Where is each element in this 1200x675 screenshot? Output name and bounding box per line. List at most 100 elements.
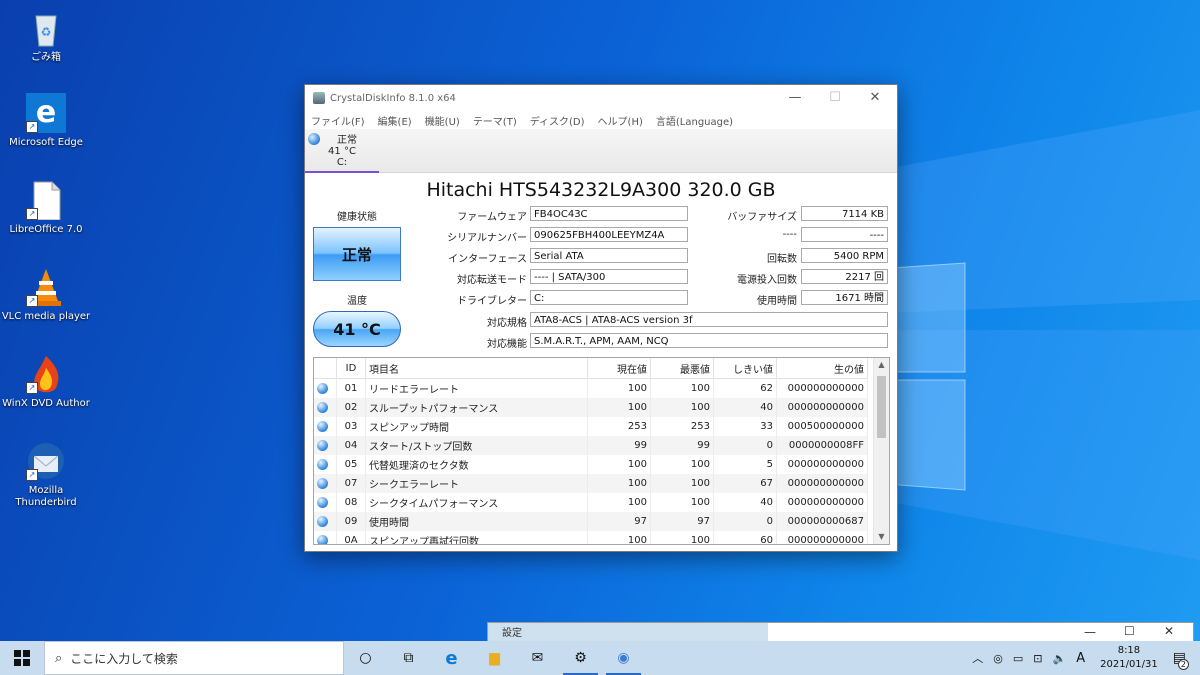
desktop-icon-thunderbird[interactable]: ↗ Mozilla Thunderbird xyxy=(0,441,92,509)
taskbar-crystaldiskinfo[interactable]: ◉ xyxy=(602,641,645,675)
menu-edit[interactable]: 編集(E) xyxy=(378,113,412,128)
taskbar-edge[interactable]: e xyxy=(430,641,473,675)
raw-value: 000000000000 xyxy=(776,455,868,474)
disk-model-title: Hitachi HTS543232L9A300 320.0 GB xyxy=(426,179,776,201)
menu-function[interactable]: 機能(U) xyxy=(425,113,460,128)
start-button[interactable] xyxy=(0,641,44,675)
desktop-icon-recycle-bin[interactable]: ♻ ごみ箱 xyxy=(0,8,92,64)
table-row[interactable]: 01 リードエラーレート 100 100 62 000000000000 xyxy=(314,378,868,398)
column-attribute-name[interactable]: 項目名 xyxy=(365,358,588,379)
power-on-count-label: 電源投入回数 xyxy=(737,275,797,286)
windows-logo-icon xyxy=(14,650,30,666)
title-bar[interactable]: CrystalDiskInfo 8.1.0 x64 — ☐ ✕ xyxy=(305,85,897,111)
minimize-icon[interactable]: — xyxy=(1084,625,1096,639)
close-icon[interactable]: ✕ xyxy=(855,85,895,111)
good-status-icon xyxy=(317,458,328,470)
status-icon-cell xyxy=(314,398,337,417)
crystaldiskinfo-window[interactable]: CrystalDiskInfo 8.1.0 x64 — ☐ ✕ ファイル(F) … xyxy=(304,84,898,552)
libreoffice-icon: ↗ xyxy=(26,180,66,221)
unknown-field-value: ---- xyxy=(801,227,888,242)
status-icon-cell xyxy=(314,455,337,474)
battery-icon[interactable]: ▭ xyxy=(1013,652,1023,665)
meet-now-icon[interactable]: ◎ xyxy=(993,652,1003,665)
health-label: 健康状態 xyxy=(337,212,377,223)
menu-help[interactable]: ヘルプ(H) xyxy=(598,113,643,128)
notification-center-icon[interactable]: ▤ 2 xyxy=(1173,650,1189,670)
desktop-icon-winx-dvd[interactable]: ↗ WinX DVD Author xyxy=(0,354,92,410)
close-icon[interactable]: ✕ xyxy=(1164,624,1174,638)
settings-window[interactable]: 設定 — ☐ ✕ xyxy=(487,622,1194,643)
desktop-icon-edge[interactable]: e ↗ Microsoft Edge xyxy=(0,93,92,149)
table-row[interactable]: 09 使用時間 97 97 0 000000000687 xyxy=(314,512,868,531)
threshold-value: 40 xyxy=(713,493,777,512)
current-value: 253 xyxy=(587,417,651,436)
column-current[interactable]: 現在値 xyxy=(587,358,651,379)
features-label: 対応機能 xyxy=(487,339,527,350)
vlc-cone-icon: ↗ xyxy=(26,267,66,307)
table-row[interactable]: 08 シークタイムパフォーマンス 100 100 40 000000000000 xyxy=(314,493,868,512)
desktop-icon-label: ごみ箱 xyxy=(31,52,61,63)
ime-indicator[interactable]: A xyxy=(1076,651,1085,666)
settings-window-title: 設定 xyxy=(488,623,768,642)
good-status-icon xyxy=(317,496,328,508)
clock-time: 8:18 xyxy=(1117,645,1141,656)
volume-icon[interactable]: 🔈 xyxy=(1053,652,1067,665)
desktop-icon-libreoffice[interactable]: ↗ LibreOffice 7.0 xyxy=(0,180,92,236)
good-status-icon xyxy=(317,534,328,544)
current-value: 99 xyxy=(587,436,651,455)
good-status-icon xyxy=(317,420,328,432)
cortana-button[interactable]: ○ xyxy=(344,641,387,675)
temperature-label: 温度 xyxy=(347,296,367,307)
serial-label: シリアルナンバー xyxy=(447,233,527,244)
table-row[interactable]: 0A スピンアップ再試行回数 100 100 60 000000000000 xyxy=(314,531,868,544)
window-title: CrystalDiskInfo 8.1.0 x64 xyxy=(330,92,456,104)
health-dot-icon xyxy=(308,133,320,145)
table-row[interactable]: 02 スループットパフォーマンス 100 100 40 000000000000 xyxy=(314,398,868,417)
table-row[interactable]: 04 スタート/ストップ回数 99 99 0 0000000008FF xyxy=(314,436,868,455)
column-id[interactable]: ID xyxy=(336,358,366,379)
table-row[interactable]: 03 スピンアップ時間 253 253 33 000500000000 xyxy=(314,417,868,436)
worst-value: 100 xyxy=(650,378,714,398)
attribute-id: 07 xyxy=(336,474,366,493)
vertical-scrollbar[interactable]: ▲ ▼ xyxy=(873,358,889,544)
raw-value: 000000000687 xyxy=(776,512,868,531)
menu-file[interactable]: ファイル(F) xyxy=(311,113,365,128)
worst-value: 253 xyxy=(650,417,714,436)
column-threshold[interactable]: しきい値 xyxy=(713,358,777,379)
clock[interactable]: 8:18 2021/01/31 xyxy=(1100,644,1158,672)
interface-value: Serial ATA xyxy=(530,248,688,263)
menu-language[interactable]: 言語(Language) xyxy=(656,113,733,128)
network-icon[interactable]: ⊡ xyxy=(1033,652,1042,665)
attribute-name: スピンアップ時間 xyxy=(365,417,588,436)
table-row[interactable]: 05 代替処理済のセクタ数 100 100 5 000000000000 xyxy=(314,455,868,474)
task-view-button[interactable]: ⧉ xyxy=(387,641,430,675)
temperature-badge[interactable]: 41 °C xyxy=(313,311,401,347)
serial-value: 090625FBH400LEEYMZ4A xyxy=(530,227,688,242)
raw-value: 000500000000 xyxy=(776,417,868,436)
chevron-up-icon[interactable]: ︿ xyxy=(972,650,983,666)
health-status-badge[interactable]: 正常 xyxy=(313,227,401,281)
drive-letter-label: ドライブレター xyxy=(457,296,527,307)
taskbar-file-explorer[interactable]: ▆ xyxy=(473,641,516,675)
taskbar-mail[interactable]: ✉ xyxy=(516,641,559,675)
disk-tab-c[interactable]: 正常 41 °C C: xyxy=(305,129,379,173)
maximize-icon[interactable]: ☐ xyxy=(1124,624,1135,638)
taskbar-settings[interactable]: ⚙ xyxy=(559,641,602,675)
column-raw-value[interactable]: 生の値 xyxy=(776,358,868,379)
menu-theme[interactable]: テーマ(T) xyxy=(473,113,517,128)
scroll-up-icon[interactable]: ▲ xyxy=(874,358,889,372)
good-status-icon xyxy=(317,515,328,527)
worst-value: 99 xyxy=(650,436,714,455)
scrollbar-thumb[interactable] xyxy=(877,376,886,438)
threshold-value: 0 xyxy=(713,436,777,455)
desktop-icon-vlc[interactable]: ↗ VLC media player xyxy=(0,267,92,323)
menu-disk[interactable]: ディスク(D) xyxy=(530,113,585,128)
minimize-icon[interactable]: — xyxy=(775,85,815,111)
scroll-down-icon[interactable]: ▼ xyxy=(874,530,889,544)
search-box[interactable]: ⌕ ここに入力して検索 xyxy=(44,641,344,675)
desktop-icon-label: VLC media player xyxy=(1,311,91,322)
column-status[interactable] xyxy=(314,358,337,379)
smart-attributes-table[interactable]: ID 項目名 現在値 最悪値 しきい値 生の値 01 リードエラーレート 100… xyxy=(313,357,890,545)
table-row[interactable]: 07 シークエラーレート 100 100 67 000000000000 xyxy=(314,474,868,493)
column-worst[interactable]: 最悪値 xyxy=(650,358,714,379)
